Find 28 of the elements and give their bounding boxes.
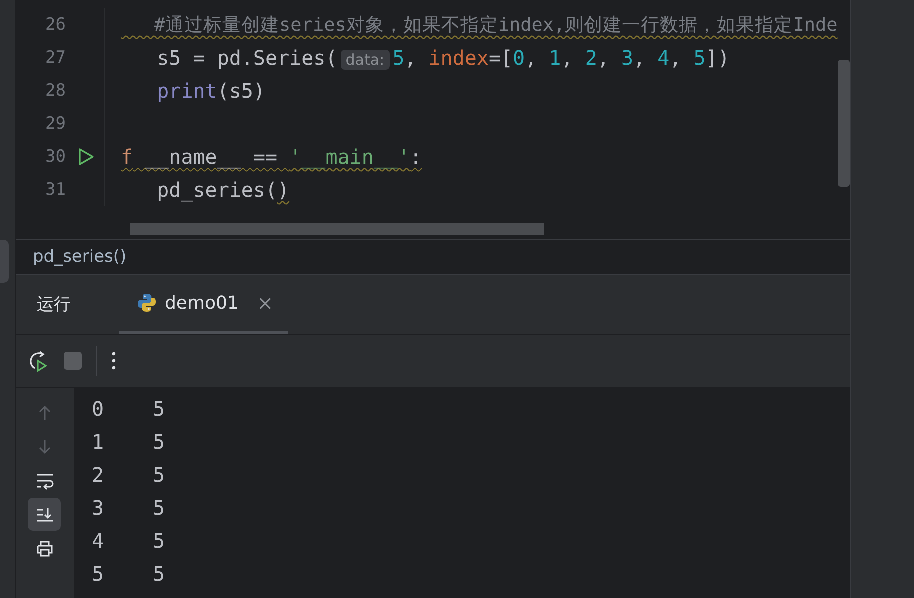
output-line: 5 5 [90,560,166,588]
output-line: 0 5 [90,396,166,422]
sidebar-handle[interactable] [0,240,9,283]
line-number: 30 [44,146,66,166]
code-line: #通过标量创建series对象，如果不指定index,则创建一行数据，如果指定Inde [153,14,838,37]
line-number: 31 [44,180,66,200]
more-icon[interactable] [110,351,117,371]
run-tab[interactable]: demo01 × [118,275,288,334]
code-line: print(s5) [156,78,266,102]
line-number: 28 [44,80,66,100]
python-icon [136,293,157,313]
code-line: s5 = pd.Series( data: 5, index=[0, 1, 2, 3, 4, 5]) [156,46,730,70]
line-number: 29 [44,114,66,134]
panel-title: 运行 [36,294,71,316]
parameter-hint: data: [340,50,390,70]
output-line: 4 5 [90,528,166,554]
output-line: 1 5 [90,428,166,456]
line-number: 27 [44,48,66,68]
breadcrumb[interactable]: pd_series() [32,247,127,267]
scroll-to-end-icon[interactable] [28,498,62,531]
close-button[interactable]: × [256,291,274,315]
vertical-scrollbar[interactable] [838,60,850,187]
output-line: 2 5 [90,462,166,488]
code-line: pd_series() [156,178,290,202]
line-number: 26 [44,14,66,34]
output-line: 3 5 [90,494,166,522]
code-line: f __name__ == '__main__': [120,144,422,168]
horizontal-scrollbar[interactable] [130,223,544,235]
